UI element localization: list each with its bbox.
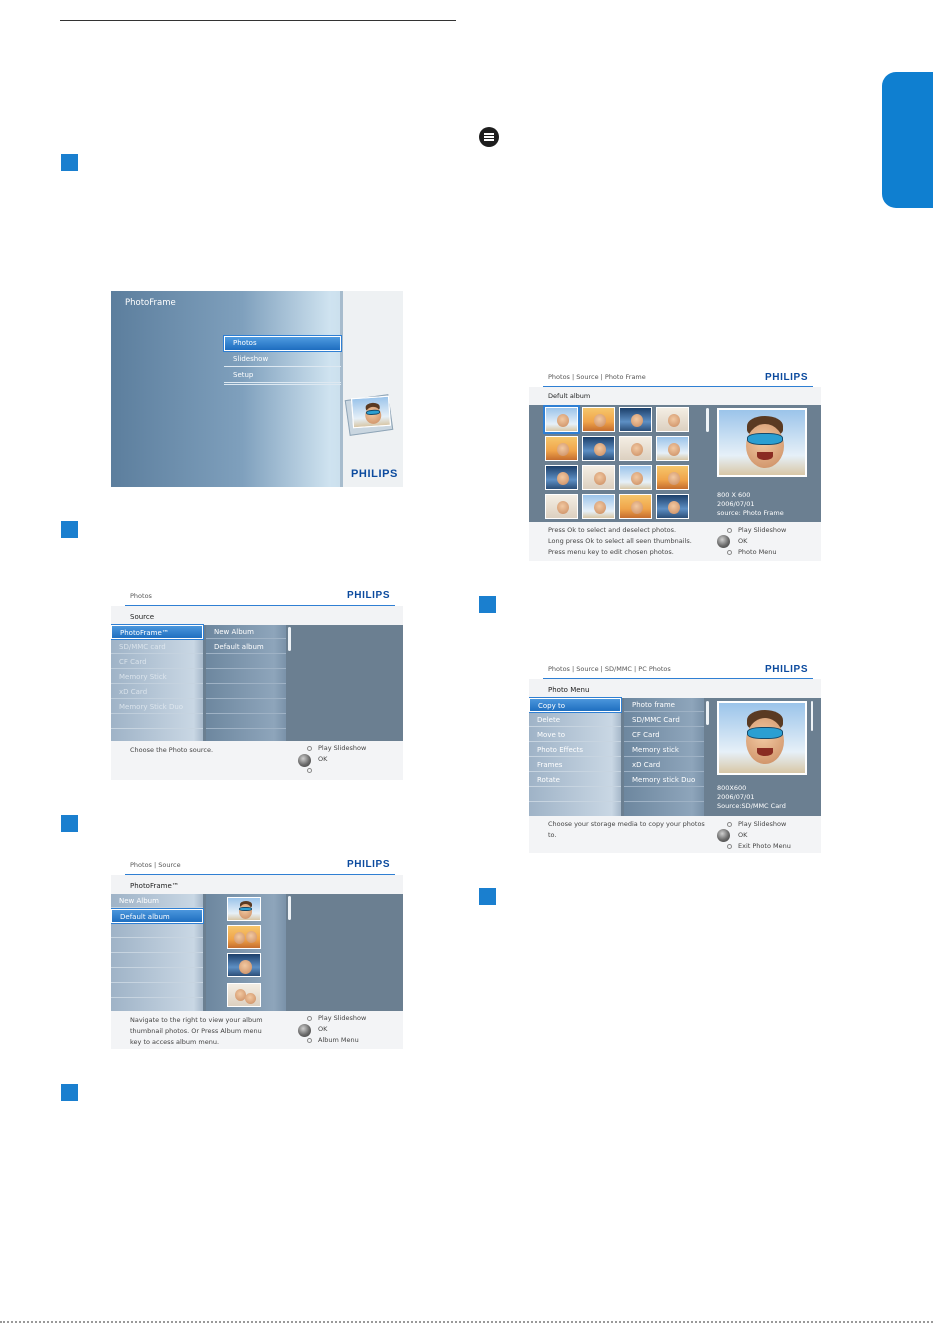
button-legend: Play Slideshow OK Exit Photo Menu (727, 819, 791, 852)
photo-action[interactable]: Frames (529, 758, 621, 772)
source-item[interactable]: SD/MMC card (111, 640, 203, 654)
thumbnail[interactable] (545, 407, 578, 432)
menu-item-photos[interactable]: Photos (224, 336, 341, 351)
step-marker-2 (61, 521, 78, 538)
language-tab (882, 72, 933, 208)
thumbnail[interactable] (656, 465, 689, 490)
copy-target[interactable]: CF Card (624, 728, 704, 742)
source-item[interactable]: PhotoFrame™ (111, 625, 203, 639)
screen-main-menu: PhotoFrame Photos Slideshow Setup PHILIP… (111, 291, 403, 487)
philips-logo: PHILIPS (347, 590, 391, 601)
source-item[interactable]: Memory Stick Duo (111, 700, 203, 714)
copy-target[interactable]: Memory stick (624, 743, 704, 757)
ok-button-icon (298, 754, 311, 767)
main-menu-title: PhotoFrame (125, 298, 176, 308)
step-marker-6 (479, 888, 496, 905)
philips-logo: PHILIPS (347, 859, 391, 870)
album-item[interactable]: New Album (206, 625, 286, 639)
thumbnail[interactable] (619, 465, 652, 490)
album-item[interactable]: Default album (206, 640, 286, 654)
thumbnail[interactable] (619, 436, 652, 461)
screen-photo-menu: Photos | Source | SD/MMC | PC Photos PHI… (529, 657, 821, 853)
scrollbar[interactable] (706, 408, 709, 432)
thumbnail[interactable] (619, 494, 652, 519)
step-marker-4 (61, 1084, 78, 1101)
source-item[interactable]: Memory Stick (111, 670, 203, 684)
hint-text: Choose your storage media to copy your p… (548, 820, 705, 839)
thumbnail[interactable] (619, 407, 652, 432)
album-thumbnail[interactable] (227, 897, 261, 921)
photo-info: 800X600 2006/07/01 Source:SD/MMC Card (717, 784, 786, 810)
thumbnail[interactable] (656, 407, 689, 432)
hint-text: Navigate to the right to view your album… (130, 1016, 263, 1046)
breadcrumb: Photos | Source | SD/MMC | PC Photos (548, 665, 671, 673)
button-legend: Play Slideshow OK Photo Menu (727, 525, 786, 558)
step-marker-1 (61, 154, 78, 171)
scrollbar[interactable] (288, 627, 291, 651)
screen-subtitle: Photo Menu (548, 686, 590, 694)
photo-info: 800 X 600 2006/07/01 source: Photo Frame (717, 491, 784, 517)
photo-stack-icon (350, 395, 392, 429)
scrollbar[interactable] (706, 701, 709, 725)
screen-source: Photos PHILIPS Source PhotoFrame™ SD/MMC… (111, 584, 403, 780)
note-icon (479, 127, 499, 147)
photo-preview (717, 701, 807, 775)
thumbnail[interactable] (582, 494, 615, 519)
menu-item-setup[interactable]: Setup (224, 368, 341, 383)
photo-action[interactable]: Rotate (529, 773, 621, 787)
thumbnail[interactable] (582, 436, 615, 461)
thumbnail[interactable] (582, 465, 615, 490)
page-edge (0, 1321, 933, 1323)
album-item[interactable]: Default album (111, 909, 203, 923)
album-thumbnail[interactable] (227, 983, 261, 1007)
screen-album: Photos | Source PHILIPS PhotoFrame™ New … (111, 853, 403, 1049)
photo-action[interactable]: Delete (529, 713, 621, 727)
ok-button-icon (717, 829, 730, 842)
header-rule (60, 20, 456, 21)
thumbnail[interactable] (582, 407, 615, 432)
step-marker-5 (479, 596, 496, 613)
copy-target[interactable]: SD/MMC Card (624, 713, 704, 727)
copy-target[interactable]: Memory stick Duo (624, 773, 704, 787)
thumbnail[interactable] (656, 494, 689, 519)
philips-logo: PHILIPS (765, 372, 809, 383)
ok-button-icon (298, 1024, 311, 1037)
scrollbar[interactable] (288, 896, 291, 920)
step-marker-3 (61, 815, 78, 832)
copy-target[interactable]: Photo frame (624, 698, 704, 712)
source-item[interactable]: CF Card (111, 655, 203, 669)
photo-action[interactable]: Photo Effects (529, 743, 621, 757)
screen-thumbnails: Photos | Source | Photo Frame PHILIPS De… (529, 365, 821, 561)
thumbnail[interactable] (545, 436, 578, 461)
hint-text: Choose the Photo source. (130, 746, 214, 754)
thumbnail-grid: 800 X 600 2006/07/01 source: Photo Frame (529, 405, 821, 522)
album-thumbnail[interactable] (227, 925, 261, 949)
philips-logo: PHILIPS (765, 664, 809, 675)
album-item[interactable]: New Album (111, 894, 203, 908)
breadcrumb: Photos | Source (130, 861, 181, 869)
source-item[interactable]: xD Card (111, 685, 203, 699)
screen-subtitle: Source (130, 613, 155, 621)
thumbnail[interactable] (545, 494, 578, 519)
philips-logo: PHILIPS (351, 468, 398, 480)
breadcrumb: Photos (130, 592, 152, 600)
menu-item-slideshow[interactable]: Slideshow (224, 352, 341, 367)
photo-action[interactable]: Move to (529, 728, 621, 742)
button-legend: Play Slideshow OK (307, 743, 366, 776)
screen-subtitle: Defult album (548, 392, 591, 400)
right-strip (341, 291, 403, 487)
album-thumbnail[interactable] (227, 953, 261, 977)
thumbnail[interactable] (545, 465, 578, 490)
hint-text: Press Ok to select and deselect photos. … (548, 526, 692, 556)
button-legend: Play Slideshow OK Album Menu (307, 1013, 366, 1046)
photo-action[interactable]: Copy to (529, 698, 621, 712)
copy-target[interactable]: xD Card (624, 758, 704, 772)
thumbnail[interactable] (656, 436, 689, 461)
screen-subtitle: PhotoFrame™ (130, 882, 179, 890)
ok-button-icon (717, 535, 730, 548)
breadcrumb: Photos | Source | Photo Frame (548, 373, 646, 381)
photo-preview (717, 408, 807, 477)
